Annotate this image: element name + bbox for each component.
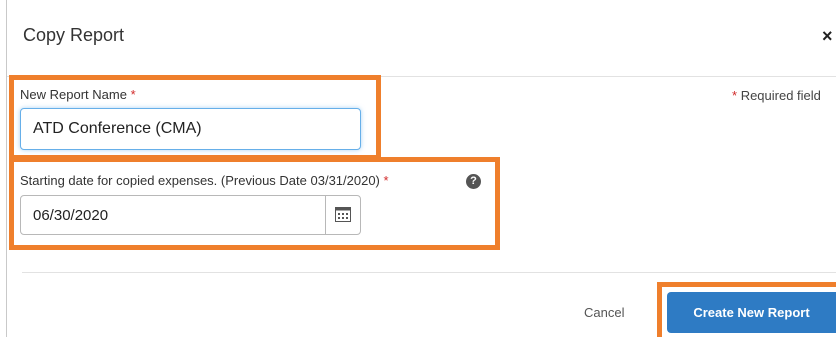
required-star: * — [732, 88, 738, 103]
create-new-report-button[interactable]: Create New Report — [667, 292, 836, 333]
calendar-button[interactable] — [325, 196, 360, 234]
required-field-note: * Required field — [732, 88, 821, 103]
start-date-label-text: Starting date for copied expenses. (Prev… — [20, 173, 380, 188]
report-name-label-text: New Report Name — [20, 87, 127, 102]
report-name-input[interactable] — [20, 108, 361, 150]
footer-divider — [22, 272, 836, 273]
required-star: * — [383, 173, 389, 188]
start-date-label: Starting date for copied expenses. (Prev… — [20, 173, 389, 188]
required-note-text: Required field — [740, 88, 821, 103]
cancel-button[interactable]: Cancel — [584, 305, 624, 320]
start-date-input[interactable] — [21, 196, 324, 234]
copy-report-dialog: Copy Report × * Required field New Repor… — [0, 0, 836, 337]
calendar-icon — [335, 207, 351, 222]
help-icon[interactable]: ? — [466, 174, 481, 189]
dialog-title: Copy Report — [23, 25, 125, 45]
dialog-header: Copy Report × — [7, 0, 836, 77]
report-name-label: New Report Name * — [20, 87, 136, 102]
required-star: * — [130, 87, 136, 102]
close-icon[interactable]: × — [822, 26, 833, 47]
start-date-field — [20, 195, 361, 235]
